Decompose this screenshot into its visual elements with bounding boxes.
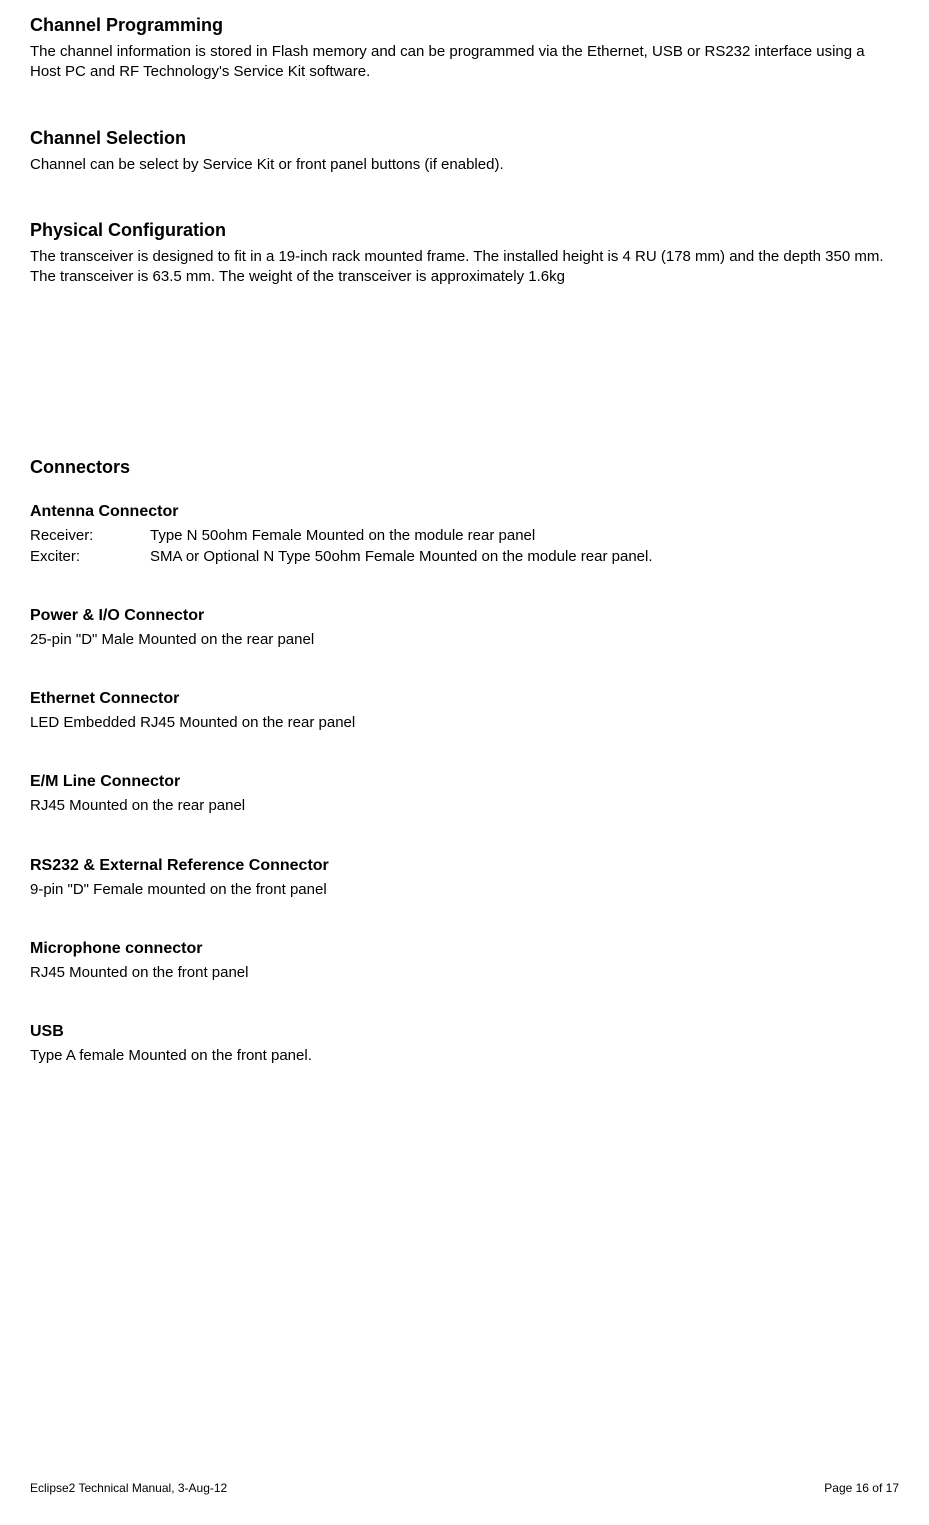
antenna-receiver-label: Receiver: — [30, 526, 150, 546]
footer-right: Page 16 of 17 — [824, 1481, 899, 1495]
subsection-power-io: Power & I/O Connector 25-pin "D" Male Mo… — [30, 607, 899, 650]
section-channel-programming: Channel Programming The channel informat… — [30, 15, 899, 83]
antenna-exciter-row: Exciter: SMA or Optional N Type 50ohm Fe… — [30, 547, 899, 567]
page-footer: Eclipse2 Technical Manual, 3-Aug-12 Page… — [30, 1481, 899, 1495]
body-microphone: RJ45 Mounted on the front panel — [30, 963, 899, 983]
heading-usb: USB — [30, 1023, 899, 1041]
body-rs232: 9-pin "D" Female mounted on the front pa… — [30, 880, 899, 900]
body-power-io: 25-pin "D" Male Mounted on the rear pane… — [30, 630, 899, 650]
subsection-microphone: Microphone connector RJ45 Mounted on the… — [30, 940, 899, 983]
body-ethernet: LED Embedded RJ45 Mounted on the rear pa… — [30, 713, 899, 733]
antenna-exciter-value: SMA or Optional N Type 50ohm Female Moun… — [150, 547, 653, 567]
antenna-receiver-row: Receiver: Type N 50ohm Female Mounted on… — [30, 526, 899, 546]
heading-connectors: Connectors — [30, 457, 899, 478]
body-channel-selection: Channel can be select by Service Kit or … — [30, 155, 899, 175]
heading-channel-selection: Channel Selection — [30, 128, 899, 149]
body-channel-programming: The channel information is stored in Fla… — [30, 42, 899, 83]
section-connectors: Connectors Antenna Connector Receiver: T… — [30, 457, 899, 1066]
subsection-rs232: RS232 & External Reference Connector 9-p… — [30, 857, 899, 900]
document-content: Channel Programming The channel informat… — [30, 0, 899, 1066]
subsection-usb: USB Type A female Mounted on the front p… — [30, 1023, 899, 1066]
heading-antenna: Antenna Connector — [30, 503, 899, 521]
body-em-line: RJ45 Mounted on the rear panel — [30, 796, 899, 816]
footer-left: Eclipse2 Technical Manual, 3-Aug-12 — [30, 1481, 227, 1495]
subsection-em-line: E/M Line Connector RJ45 Mounted on the r… — [30, 773, 899, 816]
subsection-antenna: Antenna Connector Receiver: Type N 50ohm… — [30, 503, 899, 567]
heading-ethernet: Ethernet Connector — [30, 690, 899, 708]
heading-microphone: Microphone connector — [30, 940, 899, 958]
heading-em-line: E/M Line Connector — [30, 773, 899, 791]
heading-rs232: RS232 & External Reference Connector — [30, 857, 899, 875]
body-physical-configuration: The transceiver is designed to fit in a … — [30, 247, 899, 288]
heading-physical-configuration: Physical Configuration — [30, 220, 899, 241]
antenna-receiver-value: Type N 50ohm Female Mounted on the modul… — [150, 526, 535, 546]
body-usb: Type A female Mounted on the front panel… — [30, 1046, 899, 1066]
subsection-ethernet: Ethernet Connector LED Embedded RJ45 Mou… — [30, 690, 899, 733]
section-physical-configuration: Physical Configuration The transceiver i… — [30, 220, 899, 288]
antenna-exciter-label: Exciter: — [30, 547, 150, 567]
section-channel-selection: Channel Selection Channel can be select … — [30, 128, 899, 175]
heading-channel-programming: Channel Programming — [30, 15, 899, 36]
heading-power-io: Power & I/O Connector — [30, 607, 899, 625]
